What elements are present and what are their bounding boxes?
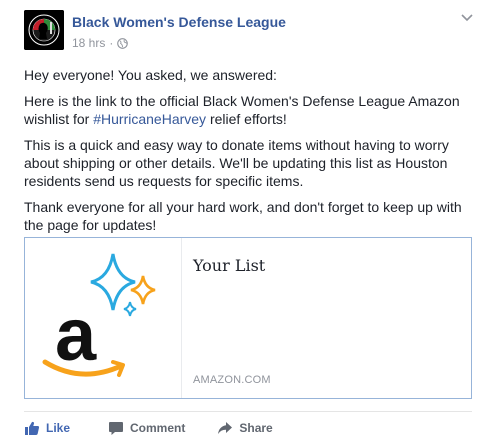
post-paragraph-2: Here is the link to the official Black W…: [24, 92, 476, 128]
hashtag-link[interactable]: #HurricaneHarvey: [93, 111, 206, 127]
share-arrow-icon: [218, 422, 233, 434]
share-label: Share: [239, 421, 273, 435]
post-paragraph-4: Thank everyone for all your hard work, a…: [24, 199, 462, 233]
link-preview-card[interactable]: a Your List AMAZON.COM: [24, 237, 472, 399]
like-label: Like: [46, 421, 71, 435]
thumbs-up-icon: [25, 421, 40, 435]
amazon-logo-icon: a: [42, 253, 156, 377]
post-text: Hey everyone! You asked, we answered: He…: [24, 66, 476, 242]
globe-icon[interactable]: [117, 37, 129, 49]
post-meta: 18 hrs ·: [72, 36, 129, 50]
actions-divider: [24, 411, 472, 412]
like-button[interactable]: Like: [24, 420, 70, 436]
page-avatar-logo: [24, 10, 64, 50]
comment-label: Comment: [130, 421, 186, 435]
post-timestamp[interactable]: 18 hrs: [72, 36, 105, 50]
link-preview-title[interactable]: Your List: [193, 256, 265, 275]
chevron-down-icon[interactable]: [461, 14, 473, 22]
facebook-post: Black Women's Defense League 18 hrs · He…: [0, 0, 488, 445]
svg-text:a: a: [55, 293, 97, 376]
comment-button[interactable]: Comment: [108, 420, 185, 436]
paragraph-2-text-after: relief efforts!: [206, 111, 287, 127]
post-paragraph-1: Hey everyone! You asked, we answered:: [24, 67, 277, 83]
meta-separator: ·: [109, 36, 114, 50]
comment-icon: [109, 422, 124, 435]
page-name-link[interactable]: Black Women's Defense League: [72, 14, 286, 30]
page-avatar[interactable]: [24, 10, 64, 50]
link-preview-domain: AMAZON.COM: [193, 374, 271, 386]
link-preview-image[interactable]: a: [25, 238, 182, 398]
post-paragraph-3: This is a quick and easy way to donate i…: [24, 137, 449, 189]
post-actions-bar: Like Comment Share: [24, 418, 273, 438]
share-button[interactable]: Share: [217, 420, 273, 436]
